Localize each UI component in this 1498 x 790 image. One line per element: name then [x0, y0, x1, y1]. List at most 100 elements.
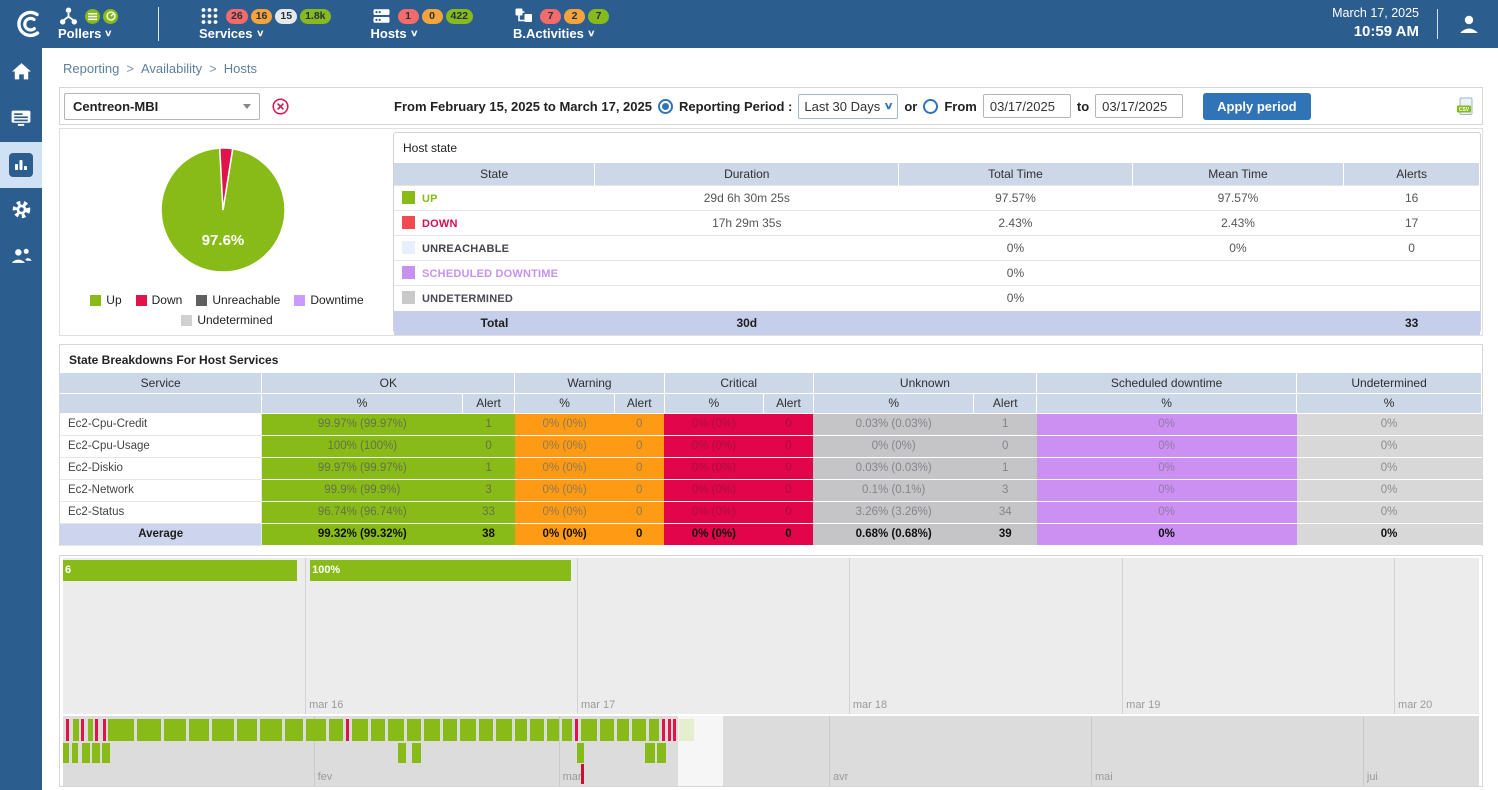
list-icon-badge[interactable]	[85, 9, 100, 24]
hosts-count-badge-green[interactable]: 422	[446, 9, 474, 24]
user-menu-button[interactable]	[1456, 11, 1482, 37]
breadcrumb-link-reporting[interactable]: Reporting	[63, 61, 119, 76]
hosts-count-badge-orange[interactable]: 0	[422, 9, 443, 24]
navigator-uptime-segment	[137, 719, 161, 741]
availability-timeline-chart[interactable]: mar 16mar 17mar 18mar 19mar 206100%	[63, 558, 1479, 714]
timeline-panel: mar 16mar 17mar 18mar 19mar 206100% fevm…	[59, 555, 1483, 787]
host-state-table: StateDurationTotal TimeMean TimeAlertsUP…	[394, 163, 1480, 335]
navigator-selection-window[interactable]	[678, 716, 723, 786]
sidebar-item-reporting[interactable]	[0, 142, 42, 188]
chevron-down-icon: ∨	[587, 28, 596, 39]
undetermined-percent: 0%	[1297, 457, 1482, 479]
csv-export-button[interactable]: CSV	[1456, 97, 1474, 116]
sidebar-item-monitoring[interactable]	[0, 96, 42, 142]
service-name[interactable]: Ec2-Cpu-Credit	[60, 413, 262, 435]
scheduled-downtime-percent: 0%	[1037, 523, 1297, 545]
navigator-uptime-segment	[108, 719, 134, 741]
sidebar-item-administration[interactable]	[0, 234, 42, 280]
apply-period-button[interactable]: Apply period	[1203, 93, 1310, 120]
state-cell: UNREACHABLE	[394, 235, 595, 260]
critical-percent: 0% (0%)	[664, 479, 764, 501]
bactivities-label: B.Activities	[513, 26, 584, 41]
state-link-unreachable[interactable]: UNREACHABLE	[422, 243, 509, 255]
duration-cell	[595, 235, 899, 260]
critical-alert: 0	[764, 457, 814, 479]
to-date-input[interactable]	[1095, 94, 1183, 118]
service-name[interactable]: Ec2-Cpu-Usage	[60, 435, 262, 457]
navigator-uptime-segment	[632, 719, 646, 741]
navigator-uptime-segment	[237, 719, 257, 741]
centreon-logo[interactable]	[0, 7, 58, 41]
column-header: State	[394, 163, 595, 185]
reporting-period-radio[interactable]	[658, 99, 673, 114]
period-controls: From February 15, 2025 to March 17, 2025…	[394, 88, 1311, 124]
breadcrumb-link-hosts[interactable]: Hosts	[224, 61, 257, 76]
nav-menu-pollers[interactable]: Pollers∨	[58, 7, 118, 41]
services-count-badge-neutral[interactable]: 15	[275, 9, 297, 24]
sidebar-item-configuration[interactable]	[0, 188, 42, 234]
timeline-navigator[interactable]: fevmaravrmaijui	[63, 716, 1479, 786]
critical-percent: 0% (0%)	[664, 413, 764, 435]
breadcrumb-link-availability[interactable]: Availability	[141, 61, 202, 76]
nav-menu-services[interactable]: 2616151.8kServices∨	[199, 7, 331, 41]
navigator-uptime-segment-down	[346, 719, 349, 741]
services-count-badge-orange[interactable]: 16	[251, 9, 273, 24]
clear-selection-button[interactable]	[272, 98, 289, 115]
ok-percent: 99.9% (99.9%)	[262, 479, 462, 501]
host-selector[interactable]: Centreon-MBI	[64, 93, 260, 120]
services-count-badge-green[interactable]: 1.8k	[300, 9, 330, 24]
state-link-undetermined[interactable]: UNDETERMINED	[422, 293, 513, 305]
availability-bar: 6	[63, 560, 297, 581]
warning-percent: 0% (0%)	[515, 413, 615, 435]
custom-period-radio[interactable]	[923, 99, 938, 114]
availability-pie-chart: 97.6% UpDownUnreachableDowntimeUndetermi…	[60, 129, 393, 335]
service-name[interactable]: Ec2-Diskio	[60, 457, 262, 479]
legend-swatch	[136, 295, 147, 306]
group-header: Unknown	[813, 373, 1036, 393]
state-link-downtime[interactable]: SCHEDULED DOWNTIME	[422, 268, 558, 280]
home-icon	[11, 62, 32, 84]
navbar-right: March 17, 2025 10:59 AM	[1332, 5, 1482, 42]
period-select[interactable]: Last 30 Days ∨	[798, 94, 898, 119]
bactivities-count-badge-green[interactable]: 7	[588, 9, 609, 24]
legend-swatch	[90, 295, 101, 306]
navigator-gridline	[829, 716, 830, 786]
mean-time-cell: 97.57%	[1132, 185, 1344, 210]
nav-menu-hosts[interactable]: 10422Hosts∨	[371, 7, 474, 41]
chevron-down-icon: ∨	[256, 28, 265, 39]
state-cell: UP	[394, 185, 595, 210]
navigator-uptime-segment	[617, 719, 629, 741]
bactivities-count-badge-red[interactable]: 7	[540, 9, 561, 24]
navigator-cursor[interactable]	[581, 764, 584, 784]
warning-alert: 0	[614, 479, 664, 501]
state-link-up[interactable]: UP	[422, 193, 438, 205]
service-name[interactable]: Ec2-Status	[60, 501, 262, 523]
host-state-row-down: DOWN17h 29m 35s2.43%2.43%17	[394, 210, 1480, 235]
bactivities-count-badge-orange[interactable]: 2	[564, 9, 585, 24]
navigator-uptime-segment-down	[66, 719, 69, 741]
hosts-count-badge-red[interactable]: 1	[398, 9, 419, 24]
service-name[interactable]: Ec2-Network	[60, 479, 262, 501]
critical-alert: 0	[764, 413, 814, 435]
gauge-icon-badge[interactable]	[103, 9, 118, 24]
navigator-uptime-segment	[260, 719, 282, 741]
service-name[interactable]: Average	[60, 523, 262, 545]
sidebar-item-home[interactable]	[0, 50, 42, 96]
navigator-gridline	[1363, 716, 1364, 786]
navigator-uptime-segment-down	[673, 719, 676, 741]
sub-header: %	[1297, 393, 1482, 413]
nav-menu-bactivities[interactable]: 727 B.Activities∨	[513, 7, 609, 41]
navigator-event-segment	[412, 743, 421, 763]
from-date-input[interactable]	[983, 94, 1071, 118]
services-count-badge-red[interactable]: 26	[226, 9, 248, 24]
critical-percent: 0% (0%)	[664, 435, 764, 457]
warning-alert: 0	[614, 523, 664, 545]
sub-header: %	[515, 393, 615, 413]
mean-time-cell	[1132, 260, 1344, 285]
breakdowns-sub-header-row: %Alert%Alert%Alert%Alert%%	[60, 393, 1482, 413]
top-navbar: Pollers∨2616151.8kServices∨10422Hosts∨72…	[0, 0, 1498, 48]
navigator-month-label: fev	[318, 771, 333, 783]
state-cell: DOWN	[394, 210, 595, 235]
state-link-down[interactable]: DOWN	[422, 218, 458, 230]
critical-alert: 0	[764, 435, 814, 457]
